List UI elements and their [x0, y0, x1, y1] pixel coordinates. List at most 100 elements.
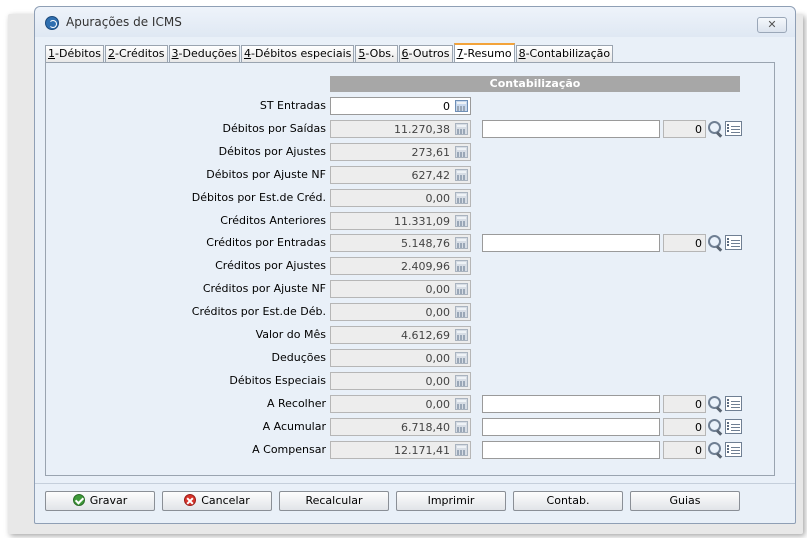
account-number-text: 0 [695, 122, 702, 136]
contab-button[interactable]: Contab. [513, 491, 623, 511]
tab-1[interactable]: 1-Débitos [45, 45, 105, 63]
account-number-field[interactable]: 0 [663, 394, 706, 413]
account-description-field[interactable] [482, 234, 660, 253]
search-icon[interactable] [706, 395, 724, 413]
close-button[interactable]: ✕ [757, 17, 787, 33]
value-field: 5.148,76 [330, 234, 471, 253]
tab-label: -Deduções [178, 47, 237, 60]
tab-hotkey: 7 [456, 47, 464, 60]
tab-bar: 1-Débitos 2-Créditos 3-Deduções 4-Débitos e… [45, 43, 614, 63]
row-label: Créditos por Entradas [206, 236, 326, 250]
row-label: Créditos por Ajustes [215, 259, 326, 273]
account-number-text: 0 [695, 397, 702, 411]
footer-separator [35, 483, 795, 484]
summary-row: Débitos por Est.de Créd. 0,00 [46, 188, 776, 207]
row-label: Débitos por Ajuste NF [206, 167, 326, 181]
list-icon[interactable] [725, 418, 742, 434]
tab-4[interactable]: 4-Débitos especiais [240, 45, 355, 63]
search-icon[interactable] [706, 120, 724, 138]
row-label: A Compensar [252, 442, 326, 456]
value-field: 0,00 [330, 280, 471, 299]
account-number-field[interactable]: 0 [663, 234, 706, 253]
value-field: 2.409,96 [330, 257, 471, 276]
search-icon[interactable] [706, 234, 724, 252]
gravar-button[interactable]: Gravar [45, 491, 155, 511]
tab-hotkey: 1 [48, 47, 55, 60]
value-field: 4.612,69 [330, 326, 471, 344]
list-icon[interactable] [725, 235, 742, 251]
account-description-field[interactable] [482, 394, 660, 413]
tab-hotkey: 6 [401, 47, 409, 60]
imprimir-button[interactable]: Imprimir [396, 491, 506, 511]
account-number-field[interactable]: 0 [663, 119, 706, 138]
value-field: 0,00 [330, 303, 471, 322]
account-description-field[interactable] [482, 119, 660, 138]
calculator-icon [455, 329, 468, 341]
value-field: 12.171,41 [330, 440, 471, 459]
summary-row: Deduções 0,00 [46, 348, 776, 367]
cancelar-button[interactable]: Cancelar [162, 491, 272, 511]
calculator-icon [455, 283, 468, 296]
calculator-icon[interactable] [455, 100, 468, 112]
guias-button[interactable]: Guias [630, 491, 740, 511]
app-icon [45, 16, 59, 30]
window-title: Apurações de ICMS [66, 15, 182, 29]
search-icon[interactable] [706, 418, 724, 436]
account-number-field[interactable]: 0 [663, 440, 706, 459]
value-text: 2.409,96 [401, 260, 450, 274]
tab-label: -Débitos especiais [250, 47, 352, 60]
tab-8[interactable]: 8-Contabilização [515, 45, 614, 63]
list-icon[interactable] [725, 120, 742, 136]
summary-row: Créditos por Est.de Déb. 0,00 [46, 303, 776, 322]
gravar-button-label: Gravar [89, 494, 128, 507]
section-header-contabilizacao: Contabilização [330, 76, 740, 92]
search-icon[interactable] [706, 441, 724, 459]
tab-hotkey: 2 [108, 47, 116, 60]
calculator-icon [455, 145, 468, 158]
calculator-icon [455, 351, 468, 364]
tab-3[interactable]: 3-Deduções [168, 45, 240, 63]
list-icon[interactable] [725, 395, 742, 411]
tab-hotkey: 4 [243, 47, 251, 60]
value-field[interactable]: 0 [330, 97, 471, 115]
cancelar-button-label: Cancelar [201, 494, 250, 507]
calculator-icon [455, 214, 468, 227]
tab-6[interactable]: 6-Outros [398, 45, 453, 63]
summary-row: Créditos Anteriores 11.331,09 [46, 211, 776, 230]
value-text: 0,00 [425, 306, 451, 320]
value-field: 0,00 [330, 348, 471, 367]
tab-2[interactable]: 2-Créditos [105, 45, 168, 63]
account-description-field[interactable] [482, 440, 660, 459]
summary-row: Créditos por Ajuste NF 0,00 [46, 280, 776, 299]
calculator-icon [455, 397, 468, 410]
account-description-field[interactable] [482, 417, 660, 436]
tab-7[interactable]: 7-Resumo [453, 43, 515, 63]
tab-label: -Resumo [463, 47, 512, 60]
list-icon[interactable] [725, 441, 742, 457]
tab-5[interactable]: 5-Obs. [355, 45, 398, 63]
account-number-field[interactable]: 0 [663, 417, 706, 436]
row-label: Débitos por Ajustes [218, 144, 326, 158]
value-field: 0,00 [330, 394, 471, 413]
tab-label: -Contabilização [525, 47, 611, 60]
value-text: 0 [443, 100, 450, 113]
calculator-icon [455, 374, 468, 387]
row-label: Débitos Especiais [229, 373, 326, 387]
calculator-icon [455, 122, 468, 135]
summary-row: ST Entradas 0 [46, 97, 776, 115]
recalcular-button[interactable]: Recalcular [279, 491, 389, 511]
summary-row: Créditos por Ajustes 2.409,96 [46, 257, 776, 276]
summary-row: Créditos por Entradas 5.148,76 0 [46, 234, 776, 253]
value-text: 12.171,41 [394, 443, 450, 457]
account-number-text: 0 [695, 420, 702, 434]
value-field: 0,00 [330, 371, 471, 390]
row-label: Débitos por Est.de Créd. [191, 190, 326, 204]
tab-label: -Débitos [55, 47, 102, 60]
value-text: 0,00 [425, 283, 451, 297]
check-icon [72, 494, 85, 506]
value-text: 4.612,69 [401, 329, 450, 342]
value-text: 0,00 [425, 191, 451, 205]
icms-window: Apurações de ICMS ✕ 1-Débitos 2-Créditos 3… [34, 6, 796, 524]
tab-label: -Outros [408, 47, 450, 60]
summary-row: A Recolher 0,00 0 [46, 394, 776, 413]
